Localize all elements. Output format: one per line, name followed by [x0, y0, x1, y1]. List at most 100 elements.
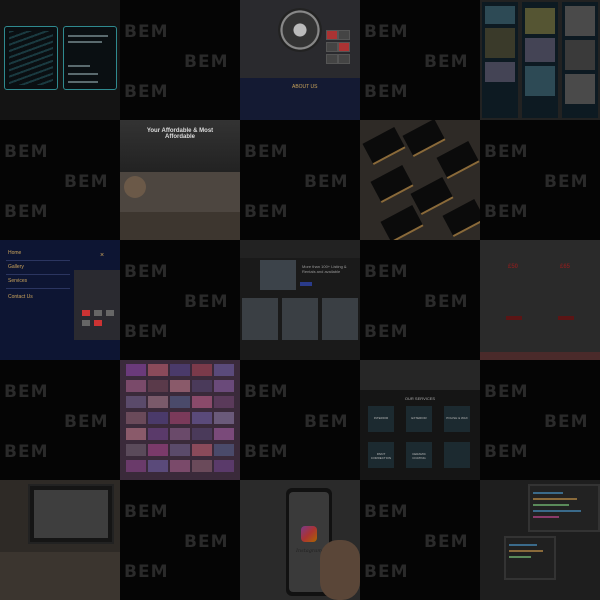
cta-button[interactable] [300, 282, 312, 286]
tile-watermark: BEM BEM BEM [360, 240, 480, 360]
business-card [410, 176, 454, 216]
tile-detailing-services[interactable]: OUR SERVICES INTERIOR EXTERIOR POLISH & … [360, 360, 480, 480]
tile-wedding-gallery[interactable] [120, 360, 240, 480]
watermark-text: BEM [184, 292, 229, 312]
car-photo [282, 298, 318, 340]
desk [0, 552, 120, 600]
car-photo [360, 360, 480, 390]
tile-watermark: BEM BEM BEM [360, 480, 480, 600]
watermark-text: BEM [364, 502, 409, 522]
service-card[interactable] [444, 442, 470, 468]
close-icon[interactable]: × [100, 252, 104, 259]
tile-dark-site-screens[interactable] [480, 0, 600, 120]
watermark-text: BEM [184, 52, 229, 72]
watermark-text: BEM [184, 532, 229, 552]
about-section: ABOUT US [240, 78, 360, 120]
hero-headline: More than 100+ Listing & Rentals and ava… [302, 264, 347, 274]
business-card [442, 198, 480, 238]
service-card[interactable]: POLISH & WAX [444, 406, 470, 432]
tile-watermark: BEM BEM BEM [480, 120, 600, 240]
service-card[interactable]: PAINT CORRECTION [368, 442, 394, 468]
watermark-text: BEM [424, 52, 469, 72]
watermark-text: BEM [244, 442, 289, 462]
site-screen [522, 2, 558, 118]
tile-designer-desk-monitor[interactable] [0, 480, 120, 600]
menu-item-contact[interactable]: Contact Us [8, 294, 33, 300]
watermark-text: BEM [4, 202, 49, 222]
watermark-text: BEM [64, 412, 109, 432]
watermark-text: BEM [364, 562, 409, 582]
watermark-text: BEM [4, 142, 49, 162]
watermark-text: BEM [484, 202, 529, 222]
price-value: £50 [508, 264, 519, 270]
tile-car-rental-site[interactable]: More than 100+ Listing & Rentals and ava… [240, 240, 360, 360]
hero-headline: Your Affordable & Most Affordable [146, 128, 214, 140]
car-photo [322, 298, 358, 340]
menu-item-home[interactable]: Home [8, 250, 21, 256]
watermark-text: BEM [124, 562, 169, 582]
watermark-text: BEM [124, 262, 169, 282]
book-button[interactable] [506, 316, 522, 320]
price-value: £65 [560, 264, 571, 270]
business-card [402, 120, 446, 158]
business-card [370, 164, 414, 204]
car-image [260, 260, 296, 290]
instagram-icon [301, 526, 317, 542]
portrait-image [124, 176, 146, 198]
tile-business-cards-teal[interactable] [0, 0, 120, 120]
dj-pads-photo [74, 270, 120, 340]
watermark-text: BEM [244, 142, 289, 162]
watermark-text: BEM [124, 322, 169, 342]
watermark-text: BEM [364, 82, 409, 102]
tile-black-gold-business-cards[interactable] [360, 120, 480, 240]
service-card[interactable]: INTERIOR [368, 406, 394, 432]
tile-mobile-menu[interactable]: × Home Gallery Services Contact Us [0, 240, 120, 360]
car-photo [242, 298, 278, 340]
service-card[interactable]: EXTERIOR [406, 406, 432, 432]
watermark-text: BEM [124, 502, 169, 522]
menu-item-services[interactable]: Services [8, 278, 27, 284]
footer-band [480, 352, 600, 360]
tile-watermark: BEM BEM BEM [360, 0, 480, 120]
watermark-text: BEM [364, 322, 409, 342]
watermark-text: BEM [304, 412, 349, 432]
watermark-text: BEM [304, 172, 349, 192]
pricing-card [548, 262, 584, 342]
watermark-text: BEM [544, 172, 589, 192]
about-heading: ABOUT US [292, 84, 318, 90]
tile-phone-instagram[interactable]: Instagram [240, 480, 360, 600]
tile-watermark: BEM BEM BEM [120, 480, 240, 600]
tile-watermark: BEM BEM BEM [0, 360, 120, 480]
watermark-text: BEM [484, 442, 529, 462]
laptop-screen [528, 484, 600, 532]
tile-watermark: BEM BEM BEM [240, 120, 360, 240]
brand-logos-bar [240, 240, 360, 258]
watermark-text: BEM [4, 442, 49, 462]
watermark-text: BEM [364, 22, 409, 42]
tile-dj-controller-site[interactable]: ABOUT US [240, 0, 360, 120]
watermark-text: BEM [244, 382, 289, 402]
tile-laptops-code[interactable] [480, 480, 600, 600]
tile-watermark: BEM BEM BEM [120, 240, 240, 360]
watermark-text: BEM [544, 412, 589, 432]
business-card [380, 204, 424, 240]
tile-watermark: BEM BEM BEM [480, 360, 600, 480]
hand [320, 540, 360, 600]
footer-section [120, 212, 240, 240]
business-card [436, 140, 480, 180]
watermark-text: BEM [124, 82, 169, 102]
watermark-text: BEM [484, 142, 529, 162]
tile-watermark: BEM BEM BEM [0, 120, 120, 240]
dj-controller-photo [240, 0, 360, 78]
watermark-text: BEM [244, 202, 289, 222]
tile-pricing-page[interactable]: £50 £65 [480, 240, 600, 360]
menu-item-gallery[interactable]: Gallery [8, 264, 24, 270]
site-screen [482, 2, 518, 118]
service-card[interactable]: CERAMIC COATING [406, 442, 432, 468]
watermark-text: BEM [4, 382, 49, 402]
book-button[interactable] [558, 316, 574, 320]
hero-banner: Your Affordable & Most Affordable [120, 120, 240, 172]
site-screen [562, 2, 598, 118]
tile-photography-site[interactable]: Your Affordable & Most Affordable [120, 120, 240, 240]
business-card [362, 126, 406, 166]
